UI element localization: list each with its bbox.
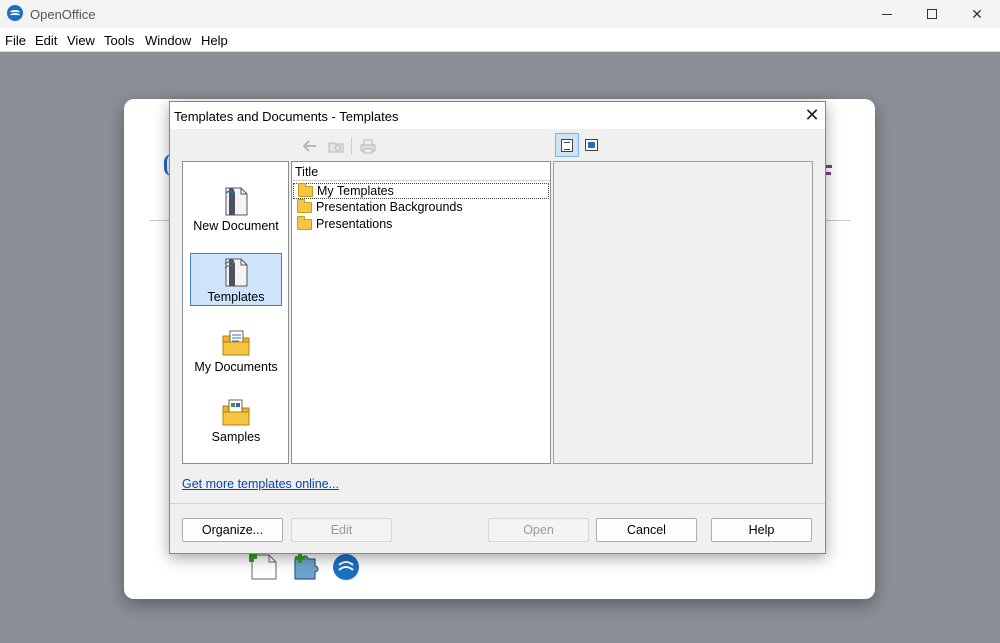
print-button[interactable] xyxy=(357,135,379,157)
dialog-title: Templates and Documents - Templates xyxy=(174,109,399,124)
openoffice-info-icon[interactable] xyxy=(333,554,359,580)
column-header-title[interactable]: Title xyxy=(292,162,550,181)
open-button[interactable]: Open xyxy=(488,518,589,542)
list-item-label: Presentation Backgrounds xyxy=(316,200,463,214)
cancel-button[interactable]: Cancel xyxy=(596,518,697,542)
menu-bar: File Edit View Tools Window Help xyxy=(0,28,1000,52)
organize-button[interactable]: Organize... xyxy=(182,518,283,542)
back-arrow-icon xyxy=(303,140,316,152)
openoffice-logo-icon xyxy=(7,5,23,21)
extensions-icon[interactable] xyxy=(292,551,322,581)
app-title: OpenOffice xyxy=(30,7,96,22)
nav-my-documents[interactable]: My Documents xyxy=(190,323,282,376)
list-view-icon xyxy=(561,138,573,152)
folder-up-button[interactable] xyxy=(325,135,347,157)
category-panel: New Document Templates My Documents Samp… xyxy=(182,161,289,464)
nav-samples[interactable]: Samples xyxy=(190,393,282,446)
folder-icon xyxy=(297,216,312,230)
menu-edit[interactable]: Edit xyxy=(35,33,57,48)
samples-icon xyxy=(222,399,250,426)
list-item[interactable]: Presentation Backgrounds xyxy=(293,199,549,216)
close-icon: ✕ xyxy=(971,5,983,22)
menu-view[interactable]: View xyxy=(67,33,95,48)
menu-help[interactable]: Help xyxy=(201,33,228,48)
menu-file[interactable]: File xyxy=(5,33,26,48)
menu-tools[interactable]: Tools xyxy=(104,33,134,48)
folder-icon xyxy=(297,199,312,213)
folder-up-icon xyxy=(328,142,344,152)
preview-icon xyxy=(584,139,598,151)
preview-view-button[interactable] xyxy=(579,133,603,157)
new-document-icon xyxy=(225,187,248,216)
my-documents-icon xyxy=(222,330,250,356)
templates-icon[interactable] xyxy=(249,551,279,581)
list-item-label: Presentations xyxy=(316,217,393,231)
dialog-close-button[interactable]: ✕ xyxy=(802,106,822,126)
app-titlebar: OpenOffice ✕ xyxy=(0,0,1000,28)
close-window-button[interactable]: ✕ xyxy=(954,0,1000,28)
document-list-view-button[interactable] xyxy=(555,133,579,157)
nav-label: Samples xyxy=(211,430,261,444)
preview-panel xyxy=(553,161,813,464)
nav-label: My Documents xyxy=(194,360,278,374)
edit-button[interactable]: Edit xyxy=(291,518,392,542)
dialog-divider xyxy=(170,503,825,504)
maximize-button[interactable] xyxy=(909,0,955,28)
list-item[interactable]: My Templates xyxy=(293,183,549,199)
menu-window[interactable]: Window xyxy=(145,33,191,48)
templates-icon xyxy=(224,258,248,287)
openoffice-gull-icon xyxy=(338,561,354,571)
minimize-icon xyxy=(882,13,892,15)
nav-new-document[interactable]: New Document xyxy=(190,182,282,235)
close-icon: ✕ xyxy=(804,105,820,125)
more-templates-link[interactable]: Get more templates online... xyxy=(182,477,339,491)
nav-label: Templates xyxy=(207,290,265,304)
back-button[interactable] xyxy=(299,135,321,157)
nav-templates[interactable]: Templates xyxy=(190,253,282,306)
template-list: Title My Templates Presentation Backgrou… xyxy=(291,161,551,464)
nav-label: New Document xyxy=(193,219,279,233)
list-item-label: My Templates xyxy=(317,184,394,198)
list-item[interactable]: Presentations xyxy=(293,216,549,233)
help-button[interactable]: Help xyxy=(711,518,812,542)
toolbar-separator xyxy=(351,137,352,155)
maximize-icon xyxy=(927,9,937,19)
printer-icon xyxy=(360,139,376,153)
minimize-button[interactable] xyxy=(864,0,910,28)
folder-icon xyxy=(298,183,313,197)
templates-dialog: Templates and Documents - Templates ✕ Ne… xyxy=(169,101,826,554)
